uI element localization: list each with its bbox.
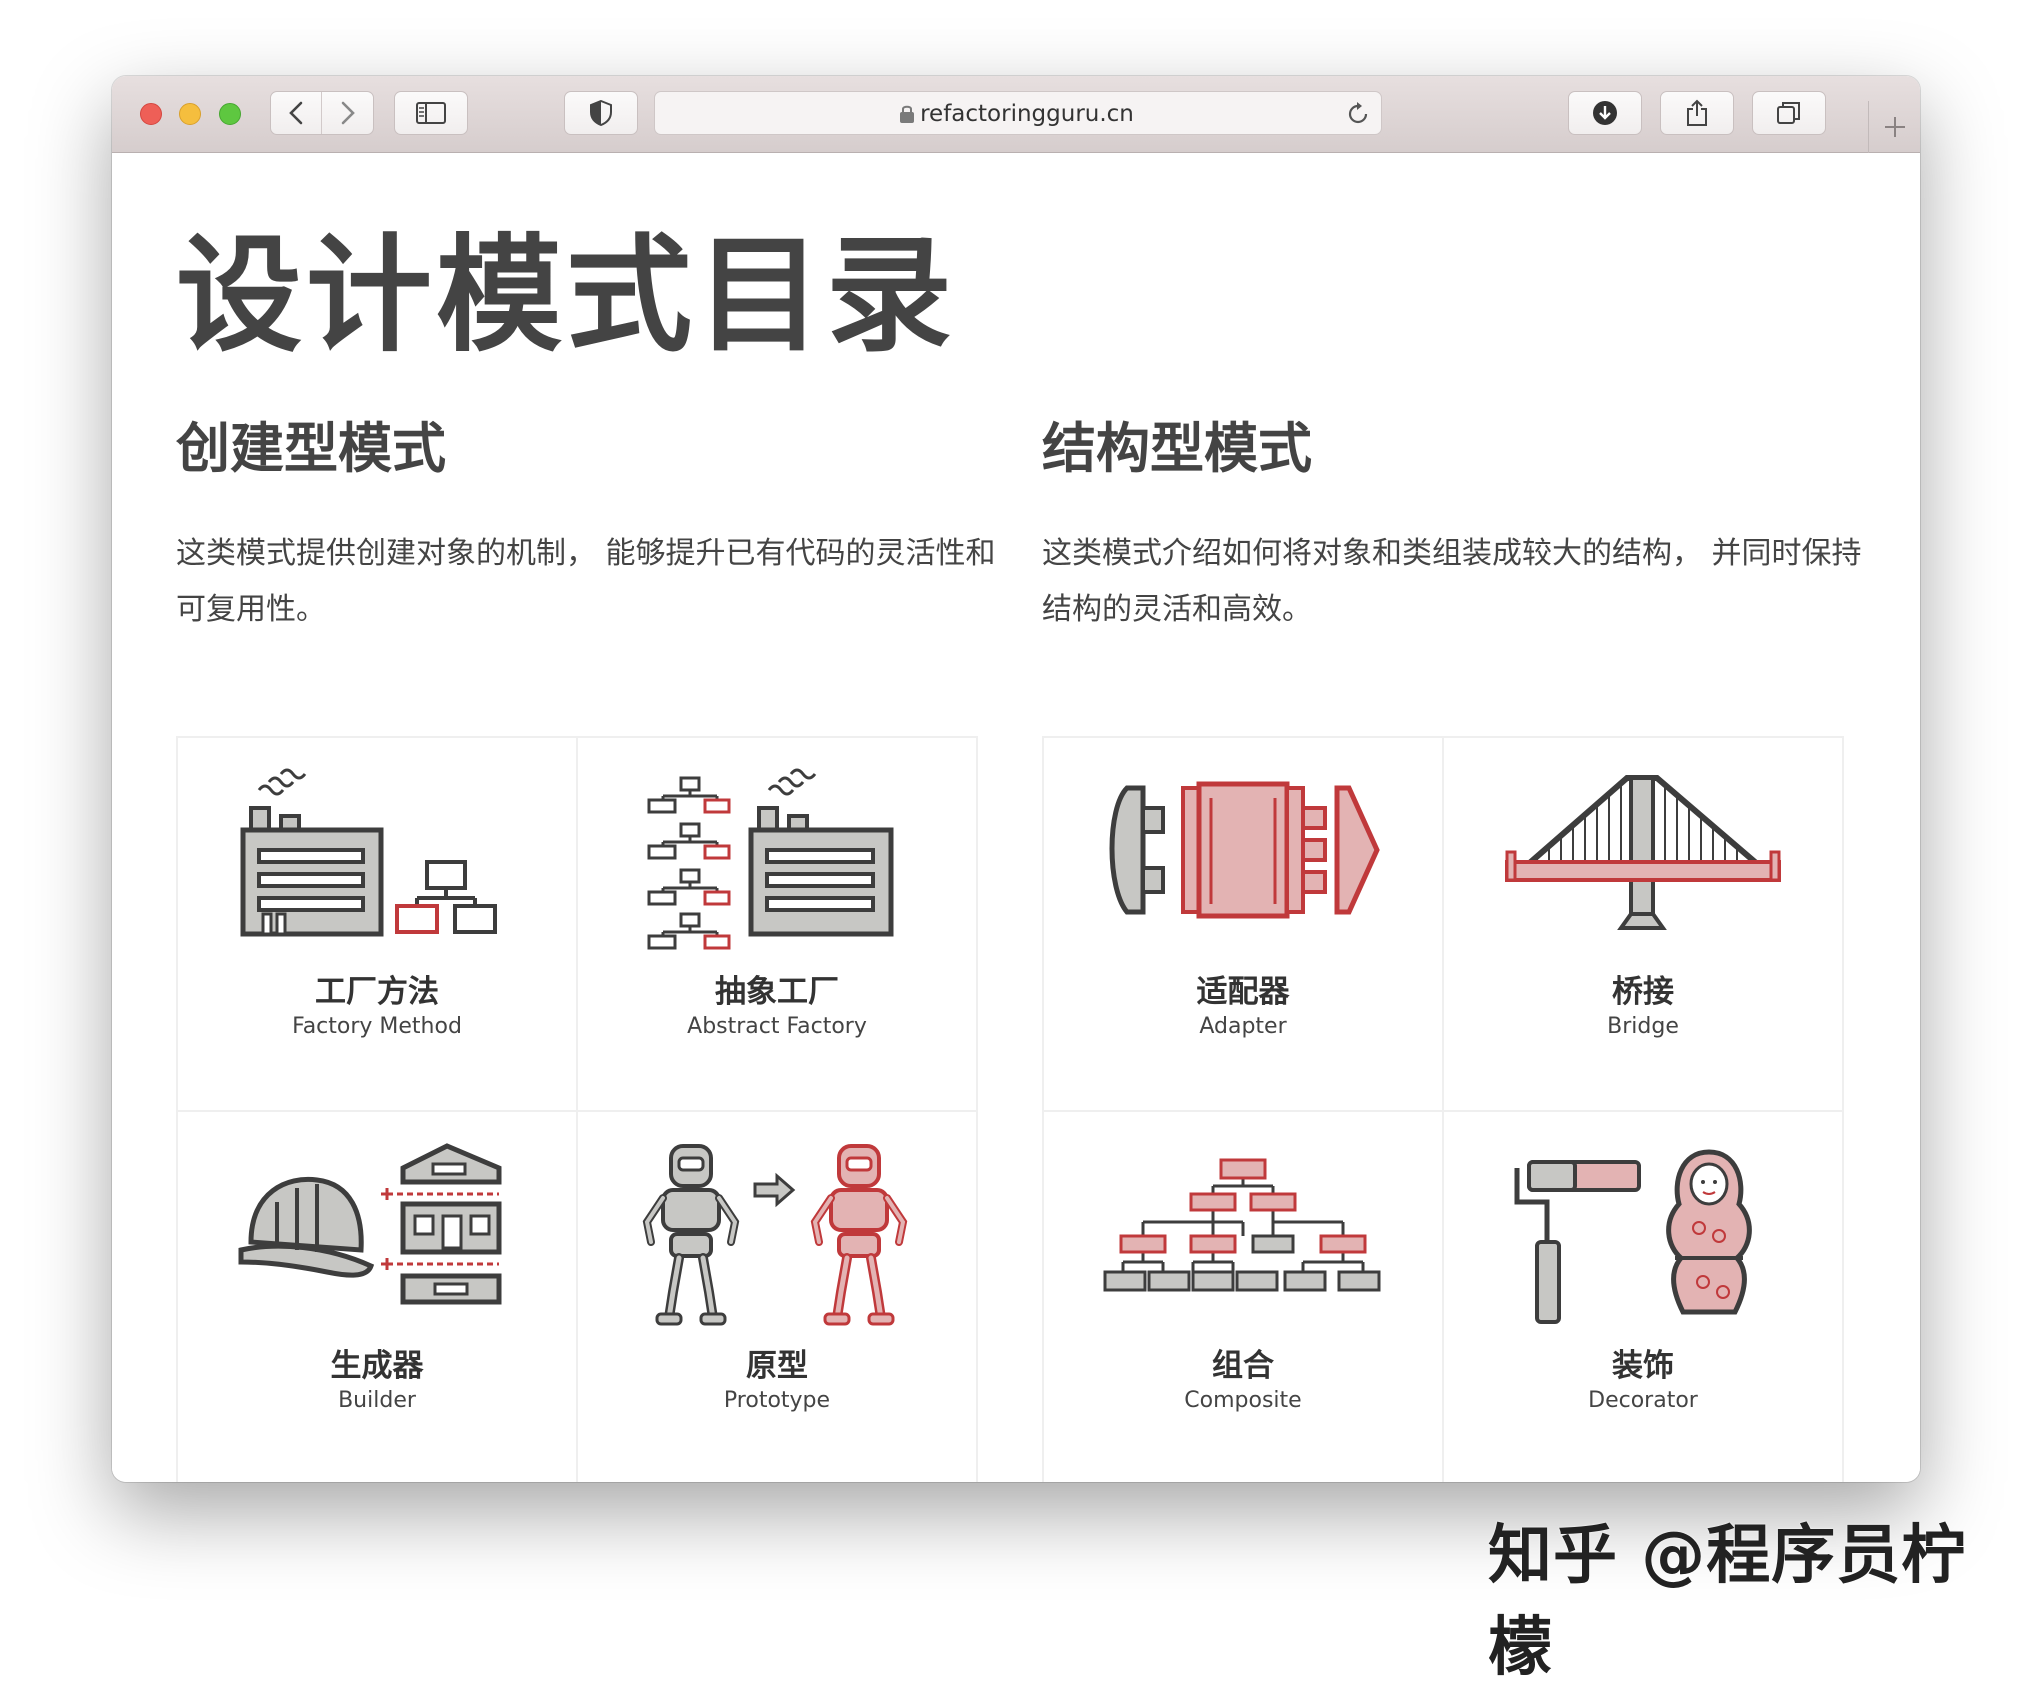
pattern-name-cn: 抽象工厂 <box>715 974 839 1010</box>
pattern-name-cn: 原型 <box>746 1348 808 1384</box>
watermark: 知乎 @程序员柠檬 <box>1488 1519 1967 1685</box>
pattern-name-cn: 适配器 <box>1196 974 1290 1010</box>
abstract-factory-icon <box>647 768 894 950</box>
pattern-grid-structural: 适配器 Adapter 桥接 Bridge 组合 Composite 装饰 De… <box>1042 736 1844 1482</box>
pattern-name-en: Prototype <box>723 1388 831 1413</box>
downloads-button[interactable] <box>1568 91 1642 135</box>
page-content: 设计模式目录 创建型模式 这类模式提供创建对象的机制， 能够提升已有代码的灵活性… <box>112 154 1920 1482</box>
reload-icon[interactable] <box>1345 101 1371 127</box>
pattern-grid-creational: 工厂方法 Factory Method 抽象工厂 Abstract Factor… <box>176 736 978 1482</box>
share-button[interactable] <box>1660 91 1734 135</box>
browser-window: refactoringguru.cn 设计模式目录 创建型模式 这类模式提供创建… <box>112 76 1920 1482</box>
pattern-name-en: Adapter <box>1199 1014 1287 1039</box>
section-desc-structural: 这类模式介绍如何将对象和类组装成较大的结构， 并同时保持结构的灵活和高效。 <box>1042 536 1862 627</box>
pattern-name-en: Composite <box>1184 1388 1302 1413</box>
chevron-right-icon[interactable] <box>322 92 373 134</box>
section-desc-creational: 这类模式提供创建对象的机制， 能够提升已有代码的灵活性和可复用性。 <box>176 536 996 627</box>
pattern-card-composite[interactable]: 组合 Composite <box>1044 1112 1442 1482</box>
zoom-window-button[interactable] <box>219 103 241 125</box>
pattern-name-cn: 生成器 <box>330 1348 424 1384</box>
pattern-card-factory-method[interactable]: 工厂方法 Factory Method <box>178 738 576 1110</box>
pattern-name-en: Abstract Factory <box>687 1014 867 1039</box>
pattern-card-decorator[interactable]: 装饰 Decorator <box>1444 1112 1842 1482</box>
page-title: 设计模式目录 <box>176 222 956 369</box>
pattern-name-en: Bridge <box>1607 1014 1679 1039</box>
address-bar[interactable]: refactoringguru.cn <box>654 91 1382 135</box>
section-title-structural: 结构型模式 <box>1042 417 1312 480</box>
robot-clone-icon <box>642 1144 908 1326</box>
download-icon <box>1593 101 1617 125</box>
factory-icon <box>240 768 497 937</box>
browser-toolbar: refactoringguru.cn <box>112 76 1920 153</box>
plus-icon <box>1884 117 1905 137</box>
privacy-report-button[interactable] <box>564 91 638 135</box>
pattern-name-cn: 工厂方法 <box>315 974 439 1010</box>
pattern-name-en: Factory Method <box>292 1014 462 1039</box>
sidebar-button[interactable] <box>394 91 468 135</box>
pattern-name-cn: 装饰 <box>1612 1348 1674 1384</box>
pattern-card-bridge[interactable]: 桥接 Bridge <box>1444 738 1842 1110</box>
sidebar-icon <box>416 102 446 124</box>
hardhat-house-icon <box>238 1143 502 1305</box>
chevron-left-icon[interactable] <box>271 92 322 134</box>
pattern-card-prototype[interactable]: 原型 Prototype <box>578 1112 976 1482</box>
bridge-icon <box>1505 775 1781 930</box>
pattern-name-en: Builder <box>338 1388 416 1413</box>
tabs-icon <box>1777 102 1800 124</box>
url-text: refactoringguru.cn <box>920 101 1134 127</box>
paint-roller-doll-icon <box>1514 1149 1752 1324</box>
pattern-name-en: Decorator <box>1588 1388 1698 1413</box>
new-tab-button[interactable] <box>1868 101 1920 153</box>
share-icon <box>1687 99 1707 126</box>
adapter-plug-icon <box>1109 781 1380 919</box>
tree-structure-icon <box>1103 1158 1381 1292</box>
shield-icon <box>590 100 612 126</box>
pattern-card-builder[interactable]: 生成器 Builder <box>178 1112 576 1482</box>
pattern-name-cn: 桥接 <box>1612 974 1674 1010</box>
minimize-window-button[interactable] <box>179 103 201 125</box>
close-window-button[interactable] <box>140 103 162 125</box>
section-title-creational: 创建型模式 <box>176 417 446 480</box>
pattern-card-adapter[interactable]: 适配器 Adapter <box>1044 738 1442 1110</box>
pattern-name-cn: 组合 <box>1212 1348 1274 1384</box>
pattern-card-abstract-factory[interactable]: 抽象工厂 Abstract Factory <box>578 738 976 1110</box>
tab-overview-button[interactable] <box>1752 91 1826 135</box>
back-forward-group <box>270 91 374 135</box>
